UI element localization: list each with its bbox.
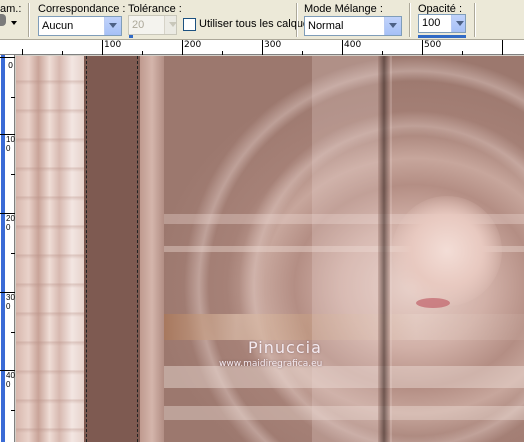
- ruler-top-label: 300: [264, 40, 282, 50]
- tool-preset-caret-icon[interactable]: [11, 21, 17, 25]
- ruler-top-label: 500: [424, 40, 442, 50]
- image-canvas[interactable]: Pinuccia www.maidiregrafica.eu: [16, 56, 524, 442]
- opacity-field[interactable]: 100: [418, 14, 466, 33]
- tolerance-label: Tolérance :: [128, 3, 182, 15]
- opacity-slider[interactable]: [418, 35, 466, 38]
- separator: [296, 3, 298, 37]
- match-mode-dropdown[interactable]: Aucun: [38, 16, 122, 36]
- opacity-stepper-icon[interactable]: [451, 15, 465, 32]
- chevron-down-icon[interactable]: [104, 17, 121, 35]
- separator: [474, 3, 476, 37]
- tolerance-slider[interactable]: [129, 35, 133, 38]
- ruler-left-label-400: 400: [6, 371, 15, 389]
- separator: [28, 3, 30, 37]
- ruler-top-ticks: [22, 40, 503, 55]
- ruler-top: 100 200 300 400 500: [0, 40, 524, 55]
- ruler-top-label: 400: [344, 40, 362, 50]
- ruler-top-label: 100: [104, 40, 122, 50]
- blend-mode-label: Mode Mélange :: [304, 3, 383, 15]
- tolerance-stepper-icon[interactable]: [164, 16, 176, 34]
- left-stripes-bands: [16, 56, 86, 442]
- selection-marquee: [86, 56, 138, 442]
- ruler-left-label-300: 300: [6, 293, 15, 311]
- tolerance-field[interactable]: 20: [128, 15, 177, 35]
- tool-options-bar: am.: Correspondance : Aucun Tolérance : …: [0, 0, 524, 40]
- ruler-top-label: 200: [184, 40, 202, 50]
- match-mode-value: Aucun: [42, 20, 74, 32]
- vertical-streak-dark: [378, 56, 390, 442]
- match-mode-label: Correspondance :: [38, 3, 126, 15]
- blend-mode-dropdown[interactable]: Normal: [304, 16, 402, 36]
- tool-preset-icon[interactable]: [0, 14, 6, 26]
- ruler-left: 0 100 200 300 400: [0, 55, 15, 442]
- opacity-value: 100: [422, 17, 441, 29]
- ruler-left-label-200: 200: [6, 214, 15, 232]
- lips-shape: [416, 298, 450, 308]
- tolerance-value: 20: [132, 19, 145, 31]
- blend-mode-value: Normal: [308, 20, 344, 32]
- watermark-title: Pinuccia: [248, 338, 322, 357]
- ruler-left-label-0: 0: [7, 61, 14, 70]
- face-glow: [392, 196, 502, 306]
- ruler-left-label-100: 100: [6, 135, 15, 153]
- chevron-down-icon[interactable]: [384, 17, 401, 35]
- separator: [409, 3, 411, 37]
- watermark-url: www.maidiregrafica.eu: [219, 359, 323, 369]
- light-strip: [140, 56, 164, 442]
- all-layers-checkbox[interactable]: [183, 18, 196, 31]
